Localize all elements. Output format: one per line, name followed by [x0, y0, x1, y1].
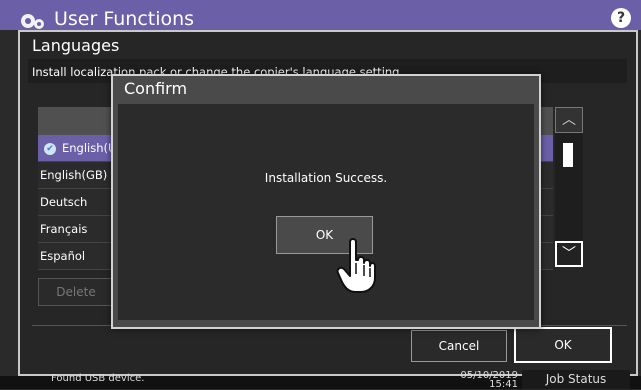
check-icon: ✔: [44, 142, 56, 155]
chevron-down-icon[interactable]: ﹀: [555, 241, 583, 267]
language-label: English(GB): [40, 168, 108, 182]
datetime: 05/10/2019 15:41: [458, 371, 518, 390]
language-label: Español: [40, 249, 86, 263]
job-status-button[interactable]: Job Status: [522, 370, 630, 389]
chevron-up-icon[interactable]: ︿: [555, 107, 583, 133]
scroll-thumb[interactable]: [563, 143, 573, 167]
gear-icon: [21, 14, 44, 29]
status-message: Found USB device.: [51, 373, 145, 384]
dialog-title: Languages: [32, 36, 120, 55]
help-icon[interactable]: ?: [611, 8, 631, 28]
ok-button[interactable]: OK: [514, 327, 612, 363]
language-label: Deutsch: [40, 195, 88, 209]
language-label: Français: [40, 222, 88, 236]
time-text: 15:41: [489, 379, 518, 390]
language-label: English(U: [62, 141, 117, 155]
confirm-body: [118, 104, 534, 320]
confirm-message: Installation Success.: [264, 171, 388, 185]
app-title: User Functions: [54, 8, 195, 30]
delete-button[interactable]: Delete: [38, 278, 114, 306]
confirm-title: Confirm: [124, 79, 188, 98]
hand-pointer-icon: [336, 238, 376, 293]
cancel-button[interactable]: Cancel: [411, 330, 507, 362]
